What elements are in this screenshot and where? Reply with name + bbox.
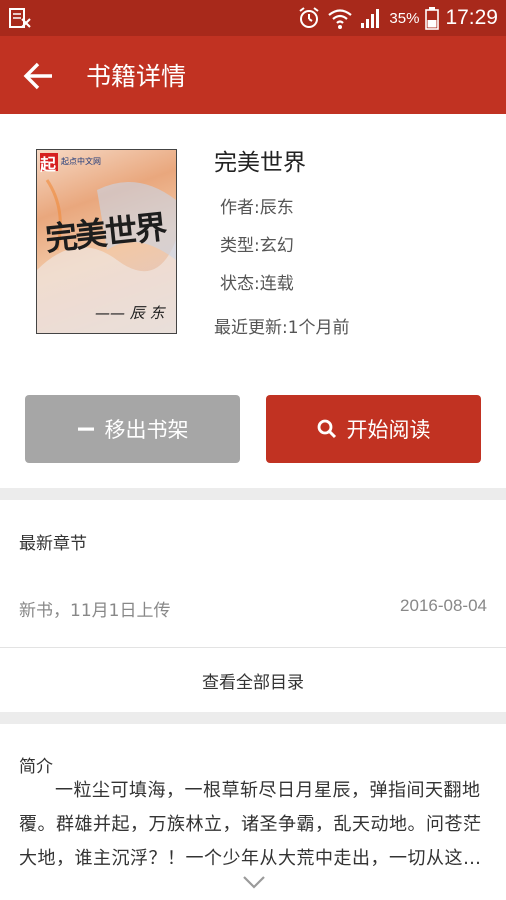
latest-chapter-name[interactable]: 新书，11月1日上传 [19, 596, 170, 621]
alarm-icon [299, 7, 320, 28]
wifi-icon [328, 9, 353, 29]
back-arrow-icon[interactable] [22, 59, 56, 93]
status-bar: 35% 17:29 [0, 0, 506, 36]
search-icon [317, 419, 336, 439]
read-button-label: 开始阅读 [346, 418, 431, 442]
cover-author: —— 辰 东 [95, 304, 165, 322]
remove-from-shelf-button[interactable]: 移出书架 [25, 395, 240, 463]
intro-text: 一粒尘可填海，一根草斩尽日月星辰，弹指间天翻地覆。群雄并起，万族林立，诸圣争霸，… [19, 780, 482, 869]
book-title: 完美世界 [214, 150, 306, 176]
start-reading-button[interactable]: 开始阅读 [266, 395, 481, 463]
clock: 17:29 [445, 6, 498, 29]
section-divider [0, 712, 506, 724]
battery-percent: 35% [389, 9, 420, 27]
cover-badge: 起 [40, 155, 57, 174]
remove-button-label: 移出书架 [104, 418, 189, 442]
reader-notification-icon [9, 8, 31, 28]
section-divider [0, 488, 506, 500]
app-bar: 书籍详情 [0, 36, 506, 114]
book-status: 状态:连载 [220, 274, 294, 294]
cover-publisher: 起点中文网 [61, 157, 101, 166]
book-cover: 起 起点中文网 完美世界 —— 辰 东 [36, 149, 177, 334]
latest-chapter-heading: 最新章节 [19, 534, 87, 554]
chevron-down-icon[interactable] [241, 874, 267, 890]
view-all-chapters-button[interactable]: 查看全部目录 [0, 648, 506, 712]
book-author: 作者:辰东 [220, 198, 294, 218]
page-title: 书籍详情 [86, 62, 187, 91]
signal-icon [361, 9, 380, 28]
latest-chapter-date: 2016-08-04 [400, 596, 487, 615]
battery-icon [425, 7, 440, 30]
minus-icon [77, 427, 94, 431]
book-genre: 类型:玄幻 [220, 236, 294, 256]
last-update: 最近更新:1个月前 [214, 318, 350, 338]
